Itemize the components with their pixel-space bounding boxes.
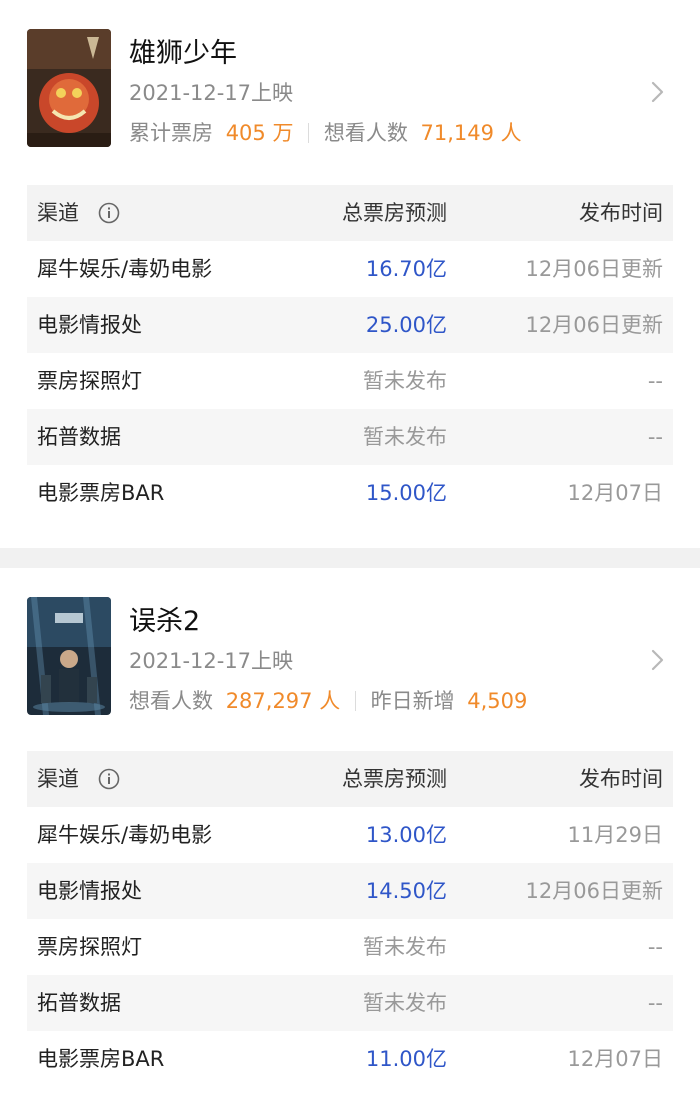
forecast-value: 暂未发布 [363, 425, 447, 449]
movie-card-1: 雄狮少年 2021-12-17上映 累计票房 405 万 想看人数 71,149… [0, 0, 700, 548]
forecast-table: 渠道 总票房预测 发布时间 犀牛娱乐/毒奶电影 13.00亿 11月29日 电影… [27, 751, 673, 1087]
publish-time: -- [647, 369, 663, 393]
header-time: 发布时间 [579, 201, 663, 225]
stat-value: 71,149 人 [420, 121, 522, 145]
table-row: 拓普数据 暂未发布 -- [27, 409, 673, 465]
table-row: 犀牛娱乐/毒奶电影 16.70亿 12月06日更新 [27, 241, 673, 297]
stat-divider [308, 123, 310, 143]
publish-time: 12月07日 [567, 1047, 663, 1071]
channel-name: 犀牛娱乐/毒奶电影 [37, 257, 213, 281]
table-row: 票房探照灯 暂未发布 -- [27, 353, 673, 409]
table-row: 电影票房BAR 11.00亿 12月07日 [27, 1031, 673, 1087]
forecast-value: 11.00亿 [365, 1047, 447, 1071]
channel-name: 票房探照灯 [37, 369, 142, 393]
info-icon[interactable] [98, 768, 120, 790]
header-channel: 渠道 [37, 751, 120, 807]
stat-label: 想看人数 [323, 121, 408, 145]
publish-time: 11月29日 [567, 823, 663, 847]
publish-time: 12月06日更新 [525, 879, 663, 903]
publish-time: 12月07日 [567, 481, 663, 505]
header-channel-label: 渠道 [37, 201, 79, 225]
stat-divider [354, 691, 356, 711]
movie-poster[interactable] [27, 597, 111, 715]
header-channel: 渠道 [37, 185, 120, 241]
movie-card-2: 误杀2 2021-12-17上映 想看人数 287,297 人 昨日新增 4,5… [0, 568, 700, 1110]
header-forecast: 总票房预测 [342, 767, 447, 791]
table-header: 渠道 总票房预测 发布时间 [27, 751, 673, 807]
release-date: 2021-12-17上映 [129, 81, 294, 105]
movie-stats: 想看人数 287,297 人 昨日新增 4,509 [129, 685, 527, 715]
header-time: 发布时间 [579, 767, 663, 791]
section-divider [0, 548, 700, 568]
publish-time: -- [647, 935, 663, 959]
forecast-value: 暂未发布 [363, 935, 447, 959]
table-row: 拓普数据 暂未发布 -- [27, 975, 673, 1031]
header-forecast: 总票房预测 [342, 201, 447, 225]
forecast-value: 25.00亿 [365, 313, 447, 337]
channel-name: 拓普数据 [37, 425, 121, 449]
table-row: 电影票房BAR 15.00亿 12月07日 [27, 465, 673, 521]
forecast-value: 13.00亿 [365, 823, 447, 847]
header-channel-label: 渠道 [37, 767, 79, 791]
forecast-value: 暂未发布 [363, 369, 447, 393]
forecast-value: 15.00亿 [365, 481, 447, 505]
channel-name: 犀牛娱乐/毒奶电影 [37, 823, 213, 847]
stat-label: 累计票房 [129, 121, 213, 145]
stat-value: 405 万 [225, 121, 294, 145]
forecast-value: 16.70亿 [365, 257, 447, 281]
table-row: 票房探照灯 暂未发布 -- [27, 919, 673, 975]
movie-poster[interactable] [27, 29, 111, 147]
chevron-right-icon[interactable] [648, 78, 668, 106]
stat-label: 昨日新增 [370, 689, 455, 713]
release-date: 2021-12-17上映 [129, 649, 294, 673]
stat-value: 4,509 [467, 689, 528, 713]
forecast-value: 暂未发布 [363, 991, 447, 1015]
publish-time: 12月06日更新 [525, 313, 663, 337]
movie-header[interactable]: 雄狮少年 2021-12-17上映 累计票房 405 万 想看人数 71,149… [0, 0, 700, 150]
publish-time: -- [647, 425, 663, 449]
stat-label: 想看人数 [129, 689, 213, 713]
table-row: 犀牛娱乐/毒奶电影 13.00亿 11月29日 [27, 807, 673, 863]
forecast-value: 14.50亿 [365, 879, 447, 903]
channel-name: 电影票房BAR [37, 1047, 165, 1071]
channel-name: 拓普数据 [37, 991, 121, 1015]
stat-value: 287,297 人 [225, 689, 341, 713]
movie-title: 雄狮少年 [129, 38, 237, 69]
forecast-table: 渠道 总票房预测 发布时间 犀牛娱乐/毒奶电影 16.70亿 12月06日更新 … [27, 185, 673, 521]
table-row: 电影情报处 14.50亿 12月06日更新 [27, 863, 673, 919]
info-icon[interactable] [98, 202, 120, 224]
chevron-right-icon[interactable] [648, 646, 668, 674]
movie-header[interactable]: 误杀2 2021-12-17上映 想看人数 287,297 人 昨日新增 4,5… [0, 568, 700, 718]
publish-time: -- [647, 991, 663, 1015]
movie-stats: 累计票房 405 万 想看人数 71,149 人 [129, 117, 522, 147]
movie-title: 误杀2 [129, 606, 201, 637]
channel-name: 电影情报处 [37, 313, 142, 337]
channel-name: 票房探照灯 [37, 935, 142, 959]
publish-time: 12月06日更新 [525, 257, 663, 281]
table-header: 渠道 总票房预测 发布时间 [27, 185, 673, 241]
channel-name: 电影票房BAR [37, 481, 165, 505]
table-row: 电影情报处 25.00亿 12月06日更新 [27, 297, 673, 353]
channel-name: 电影情报处 [37, 879, 142, 903]
